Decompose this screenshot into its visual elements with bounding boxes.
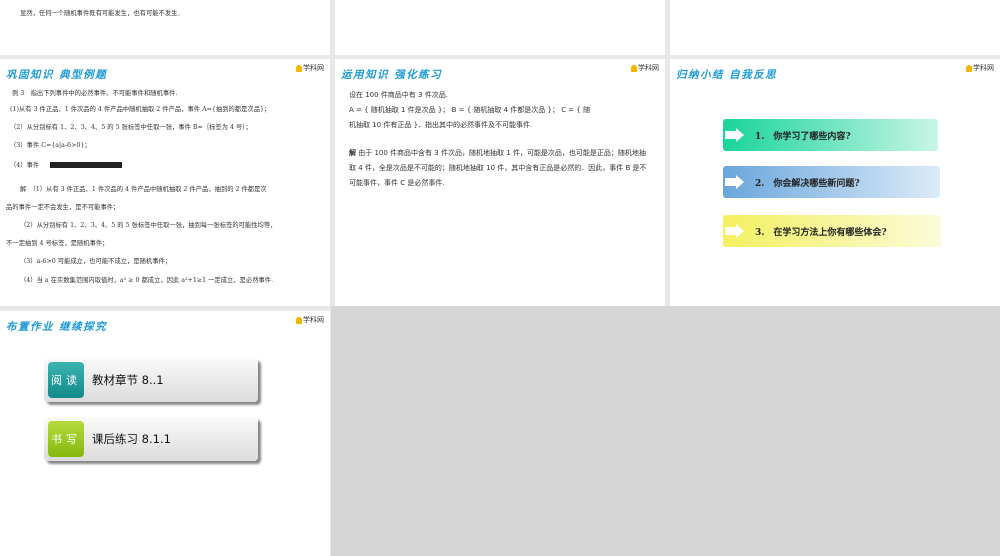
logo: 学科网 [631, 63, 659, 73]
write-badge: 书写 [48, 421, 84, 457]
bulb-icon [296, 64, 302, 72]
solution-text: 解 由于 100 件商品中含有 3 件次品，随机地抽取 1 件，可能是次品，也可… [349, 149, 647, 187]
bulb-icon [631, 64, 637, 72]
slide-3[interactable] [670, 0, 1000, 55]
text-line: （4）当 a 在实数集范围内取值时，a² ≥ 0 都成立，因此 a²+1≥1 一… [20, 277, 274, 284]
slide-4[interactable]: 巩固知识 典型例题 学科网 例 3 指出下列事件中的必然事件、不可能事件和随机事… [0, 59, 330, 306]
slide-title: 运用知识 强化练习 [341, 69, 443, 81]
text-line: A = { 随机抽取 1 件是次品 }； B = { 随机抽取 4 件都是次品 … [349, 106, 591, 114]
text-line: 不一定抽到 4 号标签，是随机事件； [6, 240, 109, 247]
logo: 学科网 [296, 315, 324, 325]
summary-item-2: 2. 你会解决哪些新问题? [723, 166, 940, 198]
bulb-icon [296, 316, 302, 324]
summary-item-1: 1. 你学习了哪些内容? [723, 119, 938, 151]
slide-title: 归纳小结 自我反思 [676, 69, 778, 81]
slide-1[interactable]: 显然，任何一个随机事件既有可能发生，也有可能不发生． [0, 0, 330, 55]
slide-2[interactable] [335, 0, 665, 55]
text-line: 解 （1）从有 3 件正品、1 件次品的 4 件产品中随机抽取 2 件产品，抽到… [20, 186, 267, 193]
formula-image [50, 162, 122, 168]
text-line: 品的事件一定不会发生，是不可能事件； [6, 204, 120, 211]
text-line: （2）从分别标有 1、2、3、4、5 的 5 张标签中任取一张，抽到每一张标签的… [20, 222, 277, 229]
text-line: (1)从有 3 件正品、1 件次品的 4 件产品中随机抽取 2 件产品，事件 A… [10, 106, 271, 113]
slide-text: 显然，任何一个随机事件既有可能发生，也有可能不发生． [20, 10, 184, 17]
text-line: 机抽取 10 件有正品 }．指出其中的必然事件及不可能事件. [349, 121, 533, 129]
summary-item-3: 3. 在学习方法上你有哪些体会? [723, 215, 941, 247]
card-text: 课后练习 8.1.1 [92, 432, 171, 446]
empty-area [331, 306, 1000, 556]
text-line: （3）a-6>0 可能成立，也可能不成立，是随机事件； [20, 258, 172, 265]
text-line: 设在 100 件商品中有 3 件次品. [349, 91, 448, 99]
card-text: 教材章节 8..1 [92, 373, 164, 387]
homework-card-write: 书写 课后练习 8.1.1 [44, 417, 258, 461]
bulb-icon [966, 64, 972, 72]
slide-5[interactable]: 运用知识 强化练习 学科网 设在 100 件商品中有 3 件次品. A = { … [335, 59, 665, 306]
slide-6[interactable]: 归纳小结 自我反思 学科网 1. 你学习了哪些内容? 2. 你会解决哪些新问题?… [670, 59, 1000, 306]
text-line: （4）事件 [10, 162, 40, 169]
slide-title: 布置作业 继续探究 [6, 321, 108, 333]
logo: 学科网 [296, 63, 324, 73]
logo: 学科网 [966, 63, 994, 73]
homework-card-read: 阅读 教材章节 8..1 [44, 358, 258, 402]
text-line: （2）从分别标有 1、2、3、4、5 的 5 张标签中任取一张，事件 B=｛标签… [10, 124, 252, 131]
slide-title: 巩固知识 典型例题 [6, 69, 108, 81]
text-line: 例 3 指出下列事件中的必然事件、不可能事件和随机事件. [12, 90, 178, 97]
text-line: （3）事件 C={a|a-6>0}； [10, 142, 91, 149]
slide-7[interactable]: 布置作业 继续探究 学科网 阅读 教材章节 8..1 书写 课后练习 8.1.1 [0, 311, 330, 556]
read-badge: 阅读 [48, 362, 84, 398]
